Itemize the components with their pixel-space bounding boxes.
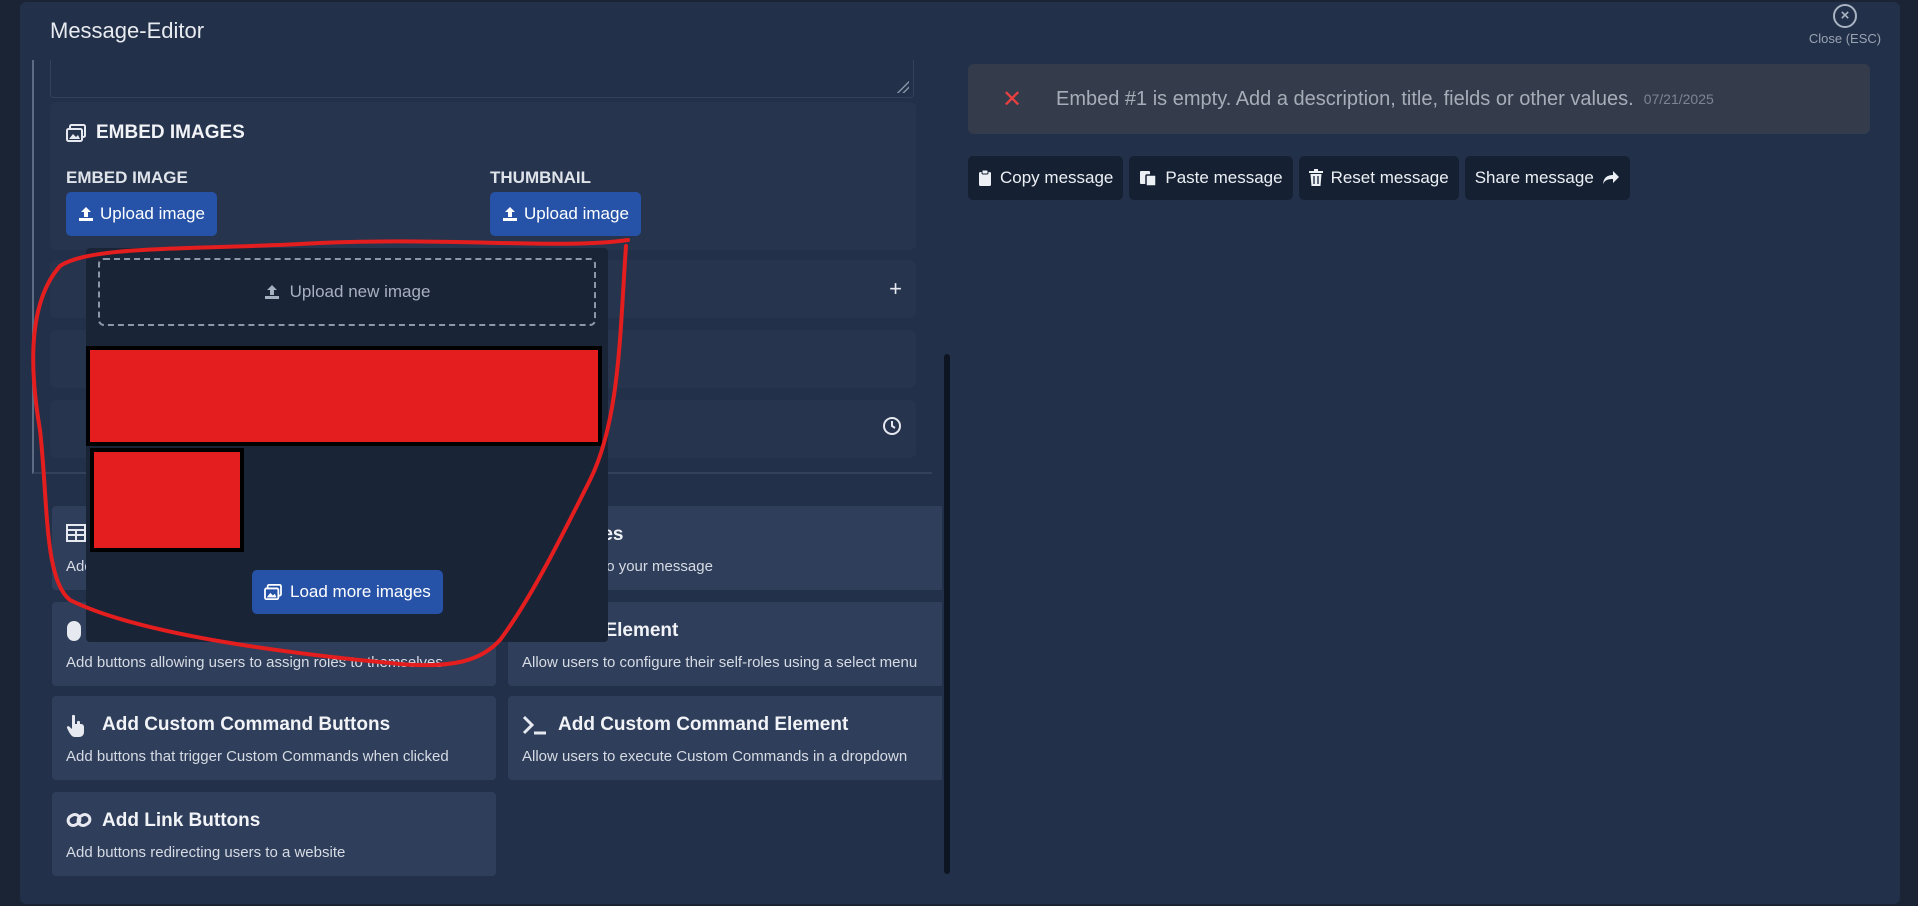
upload-icon <box>79 207 93 221</box>
alert-message: Embed #1 is empty. Add a description, ti… <box>1056 87 1634 110</box>
image-thumbnail[interactable] <box>90 448 244 552</box>
modal-title: Message-Editor <box>50 18 205 43</box>
thumbnail-label: THUMBNAIL <box>490 168 592 187</box>
add-custom-command-buttons-tile[interactable]: Add Custom Command Buttons Add buttons t… <box>52 696 496 780</box>
embed-image-upload-button[interactable]: Upload image <box>66 192 217 236</box>
embed-images-heading: EMBED IMAGES <box>66 122 245 144</box>
resize-handle-icon[interactable] <box>897 81 909 93</box>
pointer-hand-icon <box>66 714 92 738</box>
close-button[interactable]: × Close (ESC) <box>1800 2 1890 50</box>
copy-message-button[interactable]: Copy message <box>968 156 1124 200</box>
alert-date: 07/21/2025 <box>1643 91 1714 107</box>
plus-icon[interactable]: + <box>889 276 902 302</box>
paste-icon <box>1140 171 1158 187</box>
tile-title: Add Link Buttons <box>102 810 261 831</box>
thumbnail-upload-button[interactable]: Upload image <box>490 192 641 236</box>
images-icon <box>66 124 86 142</box>
message-actions: Copy message Paste message Reset message… <box>968 156 1630 200</box>
share-message-button[interactable]: Share message <box>1464 156 1630 200</box>
error-x-icon: ✕ <box>1002 85 1023 113</box>
window-edge <box>1906 0 1918 906</box>
trash-icon <box>1308 169 1323 186</box>
upload-button-label: Upload image <box>100 204 205 223</box>
clipboard-icon <box>979 169 991 186</box>
share-message-label: Share message <box>1474 168 1594 187</box>
reset-message-button[interactable]: Reset message <box>1298 156 1459 200</box>
add-link-buttons-tile[interactable]: Add Link Buttons Add buttons redirecting… <box>52 792 496 876</box>
description-textarea[interactable] <box>50 60 914 98</box>
paste-message-label: Paste message <box>1165 168 1283 187</box>
copy-message-label: Copy message <box>1000 168 1114 187</box>
tile-description: Allow users to configure their self-role… <box>522 654 918 671</box>
close-icon: × <box>1833 4 1857 28</box>
embed-image-label: EMBED IMAGE <box>66 168 188 187</box>
reset-message-label: Reset message <box>1330 168 1449 187</box>
tile-description: Add buttons allowing users to assign rol… <box>66 654 443 671</box>
clock-icon[interactable] <box>882 416 902 442</box>
link-icon <box>66 810 92 834</box>
upload-icon <box>264 285 279 299</box>
empty-embed-alert: ✕ Embed #1 is empty. Add a description, … <box>968 64 1870 134</box>
load-more-images-label: Load more images <box>290 582 431 601</box>
upload-icon <box>503 207 517 221</box>
share-icon <box>1602 171 1619 184</box>
add-custom-command-element-tile[interactable]: Add Custom Command Element Allow users t… <box>508 696 942 780</box>
tile-title: Add Custom Command Element <box>558 714 849 735</box>
image-picker-dropdown: Upload new image Load more images <box>86 248 608 642</box>
image-thumbnail[interactable] <box>86 346 602 446</box>
editor-scrollbar[interactable] <box>944 354 950 874</box>
close-label: Close (ESC) <box>1808 31 1882 46</box>
upload-button-label: Upload image <box>524 204 629 223</box>
paste-message-button[interactable]: Paste message <box>1129 156 1293 200</box>
tile-description: Add buttons that trigger Custom Commands… <box>66 748 449 765</box>
embed-images-title: EMBED IMAGES <box>96 122 245 143</box>
upload-new-image-button[interactable]: Upload new image <box>98 258 596 326</box>
tile-description: Allow users to execute Custom Commands i… <box>522 748 908 765</box>
upload-new-image-label: Upload new image <box>289 282 431 301</box>
terminal-icon <box>522 714 548 738</box>
images-icon <box>264 584 282 600</box>
load-more-images-button[interactable]: Load more images <box>252 570 443 614</box>
tile-description: Add buttons redirecting users to a websi… <box>66 844 346 861</box>
tile-title: Add Custom Command Buttons <box>102 714 391 735</box>
embed-images-section: EMBED IMAGES EMBED IMAGE THUMBNAIL Uploa… <box>50 102 916 250</box>
